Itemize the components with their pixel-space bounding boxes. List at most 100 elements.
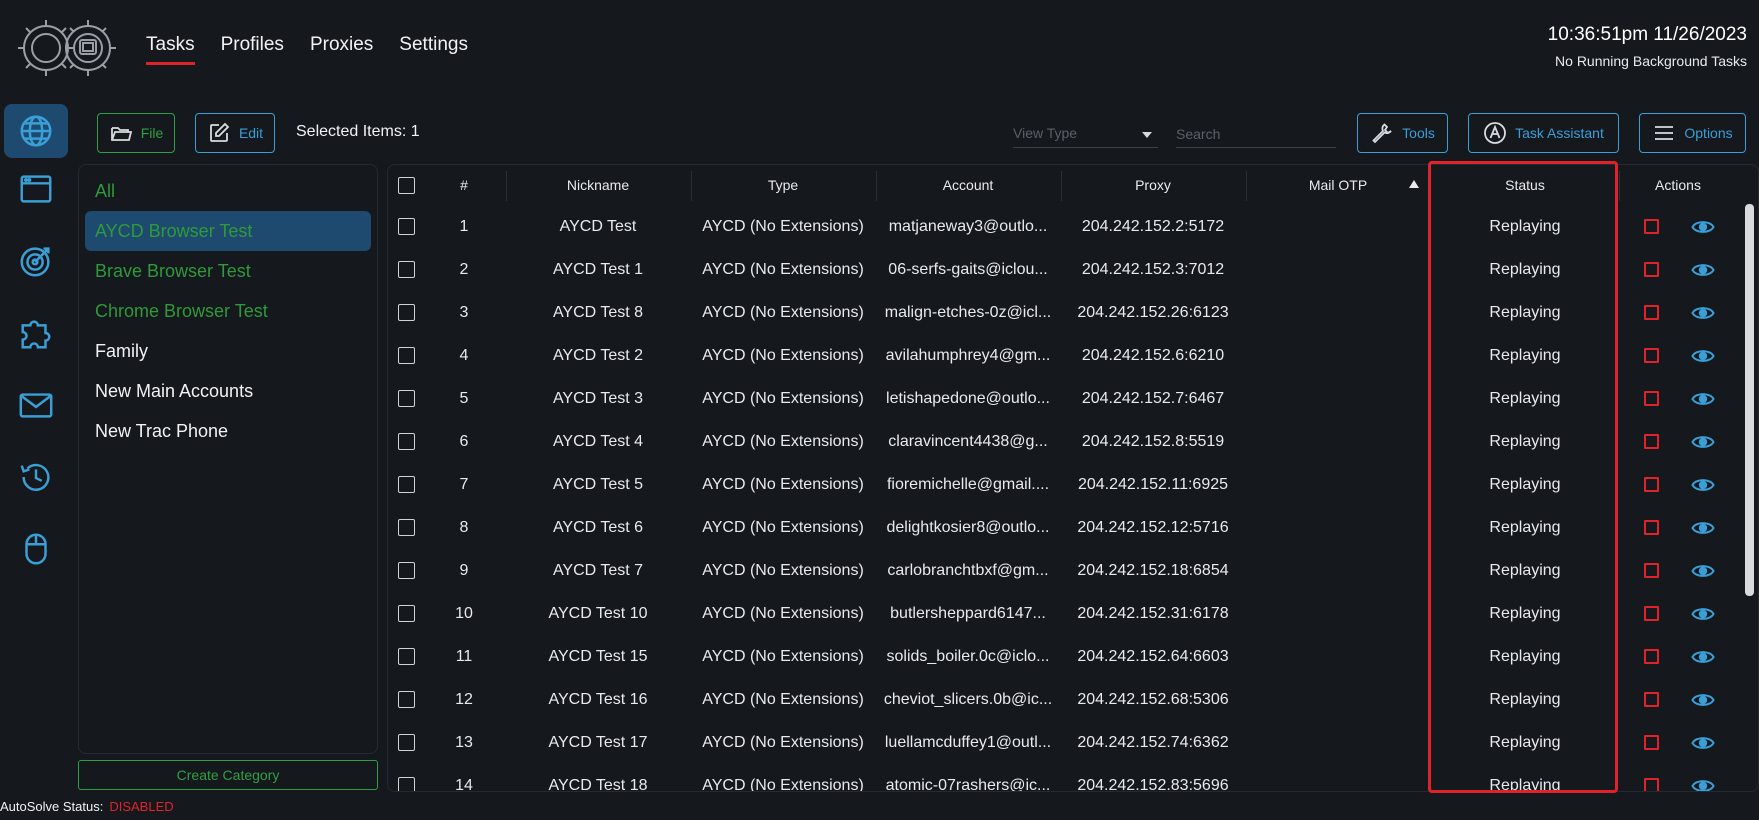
- options-button[interactable]: Options: [1639, 113, 1746, 153]
- table-row[interactable]: 2 AYCD Test 1 AYCD (No Extensions) 06-serfs…: [388, 248, 1758, 291]
- stop-task-icon[interactable]: [1643, 391, 1659, 406]
- table-row[interactable]: 5 AYCD Test 3 AYCD (No Extensions) letishap…: [388, 377, 1758, 420]
- stop-task-icon[interactable]: [1643, 563, 1659, 578]
- table-row[interactable]: 8 AYCD Test 6 AYCD (No Extensions) delightk…: [388, 506, 1758, 549]
- view-task-button[interactable]: [1678, 205, 1728, 248]
- view-task-button[interactable]: [1678, 635, 1728, 678]
- stop-task-icon[interactable]: [1643, 692, 1659, 707]
- row-checkbox[interactable]: [397, 304, 415, 321]
- stop-task-icon[interactable]: [1643, 434, 1659, 449]
- column-header-type[interactable]: Type: [691, 165, 875, 205]
- row-checkbox[interactable]: [397, 777, 415, 791]
- category-item-new-trac-phone[interactable]: New Trac Phone: [85, 411, 371, 451]
- row-checkbox[interactable]: [397, 347, 415, 364]
- nav-tab-tasks[interactable]: Tasks: [146, 34, 195, 65]
- table-row[interactable]: 9 AYCD Test 7 AYCD (No Extensions) carlobra…: [388, 549, 1758, 592]
- category-item-family[interactable]: Family: [85, 331, 371, 371]
- view-type-select[interactable]: View Type: [1013, 120, 1158, 148]
- column-header-mail-otp[interactable]: Mail OTP: [1246, 165, 1430, 205]
- view-task-button[interactable]: [1678, 592, 1728, 635]
- task-assistant-button[interactable]: Task Assistant: [1468, 113, 1619, 153]
- search-input[interactable]: [1176, 120, 1336, 148]
- stop-task-icon[interactable]: [1643, 477, 1659, 492]
- category-item-chrome-browser-test[interactable]: Chrome Browser Test: [85, 291, 371, 331]
- row-checkbox[interactable]: [397, 433, 415, 450]
- table-row[interactable]: 12 AYCD Test 16 AYCD (No Extensions) chevio…: [388, 678, 1758, 721]
- sidebar-item-browsers[interactable]: [4, 162, 68, 216]
- table-scrollbar[interactable]: [1745, 204, 1754, 596]
- status-cell: Replaying: [1489, 432, 1561, 450]
- tools-button[interactable]: Tools: [1357, 113, 1448, 153]
- stop-task-icon[interactable]: [1643, 305, 1659, 320]
- row-checkbox[interactable]: [397, 261, 415, 278]
- stop-task-icon[interactable]: [1643, 735, 1659, 750]
- view-task-button[interactable]: [1678, 463, 1728, 506]
- sidebar-item-mouse[interactable]: [4, 522, 68, 576]
- table-row[interactable]: 13 AYCD Test 17 AYCD (No Extensions) luella…: [388, 721, 1758, 764]
- row-select-cell: [388, 334, 424, 377]
- edit-button[interactable]: Edit: [195, 113, 275, 153]
- sidebar-item-tasks[interactable]: [4, 104, 68, 158]
- view-task-button[interactable]: [1678, 291, 1728, 334]
- column-header-account[interactable]: Account: [876, 165, 1060, 205]
- category-item-brave-browser-test[interactable]: Brave Browser Test: [85, 251, 371, 291]
- row-checkbox[interactable]: [397, 648, 415, 665]
- row-checkbox[interactable]: [397, 734, 415, 751]
- row-checkbox[interactable]: [397, 691, 415, 708]
- row-checkbox[interactable]: [397, 519, 415, 536]
- sidebar-item-history[interactable]: [4, 450, 68, 504]
- create-category-button[interactable]: Create Category: [78, 760, 378, 790]
- column-header-proxy[interactable]: Proxy: [1061, 165, 1245, 205]
- table-row[interactable]: 1 AYCD Test AYCD (No Extensions) matjaneway…: [388, 205, 1758, 248]
- column-header-nickname[interactable]: Nickname: [506, 165, 690, 205]
- view-task-button[interactable]: [1678, 420, 1728, 463]
- table-row[interactable]: 14 AYCD Test 18 AYCD (No Extensions) atomic…: [388, 764, 1758, 791]
- stop-task-icon[interactable]: [1643, 262, 1659, 277]
- select-all-checkbox[interactable]: [397, 176, 415, 194]
- column-header-number[interactable]: #: [424, 165, 504, 205]
- view-task-button[interactable]: [1678, 506, 1728, 549]
- sidebar-item-mail[interactable]: [4, 378, 68, 432]
- view-task-button[interactable]: [1678, 764, 1728, 791]
- view-task-button[interactable]: [1678, 377, 1728, 420]
- view-task-button[interactable]: [1678, 549, 1728, 592]
- table-row[interactable]: 4 AYCD Test 2 AYCD (No Extensions) avilahum…: [388, 334, 1758, 377]
- sidebar-item-targets[interactable]: [4, 234, 68, 288]
- view-task-button[interactable]: [1678, 721, 1728, 764]
- row-checkbox[interactable]: [397, 218, 415, 235]
- main-nav: Tasks Profiles Proxies Settings: [146, 34, 468, 65]
- file-button[interactable]: File: [97, 113, 175, 153]
- view-task-button[interactable]: [1678, 678, 1728, 721]
- table-row[interactable]: 3 AYCD Test 8 AYCD (No Extensions) malign-e…: [388, 291, 1758, 334]
- row-select-cell: [388, 506, 424, 549]
- nav-tab-profiles[interactable]: Profiles: [221, 34, 284, 65]
- stop-task-icon[interactable]: [1643, 520, 1659, 535]
- category-item-aycd-browser-test[interactable]: AYCD Browser Test: [85, 211, 371, 251]
- table-row[interactable]: 11 AYCD Test 15 AYCD (No Extensions) solids…: [388, 635, 1758, 678]
- row-checkbox[interactable]: [397, 476, 415, 493]
- table-row[interactable]: 10 AYCD Test 10 AYCD (No Extensions) butler…: [388, 592, 1758, 635]
- row-checkbox[interactable]: [397, 605, 415, 622]
- nav-tab-proxies[interactable]: Proxies: [310, 34, 373, 65]
- stop-task-icon[interactable]: [1643, 778, 1659, 791]
- sort-ascending-icon[interactable]: [1409, 180, 1419, 188]
- table-row[interactable]: 6 AYCD Test 4 AYCD (No Extensions) claravin…: [388, 420, 1758, 463]
- nav-tab-settings[interactable]: Settings: [399, 34, 468, 65]
- stop-task-icon[interactable]: [1643, 606, 1659, 621]
- stop-task-icon[interactable]: [1643, 219, 1659, 234]
- account-cell: letishapedone@outlo...: [886, 389, 1050, 407]
- row-checkbox[interactable]: [397, 562, 415, 579]
- stop-cell: [1626, 334, 1676, 377]
- table-row[interactable]: 7 AYCD Test 5 AYCD (No Extensions) fioremic…: [388, 463, 1758, 506]
- column-header-status[interactable]: Status: [1431, 165, 1619, 205]
- category-item-all[interactable]: All: [85, 171, 371, 211]
- category-item-new-main-accounts[interactable]: New Main Accounts: [85, 371, 371, 411]
- sidebar-item-extensions[interactable]: [4, 306, 68, 360]
- stop-task-icon[interactable]: [1643, 348, 1659, 363]
- view-task-button[interactable]: [1678, 334, 1728, 377]
- view-task-button[interactable]: [1678, 248, 1728, 291]
- task-table: # Nickname Type Account Proxy Mail OTP S…: [387, 164, 1759, 792]
- row-checkbox[interactable]: [397, 390, 415, 407]
- row-select-cell: [388, 592, 424, 635]
- stop-task-icon[interactable]: [1643, 649, 1659, 664]
